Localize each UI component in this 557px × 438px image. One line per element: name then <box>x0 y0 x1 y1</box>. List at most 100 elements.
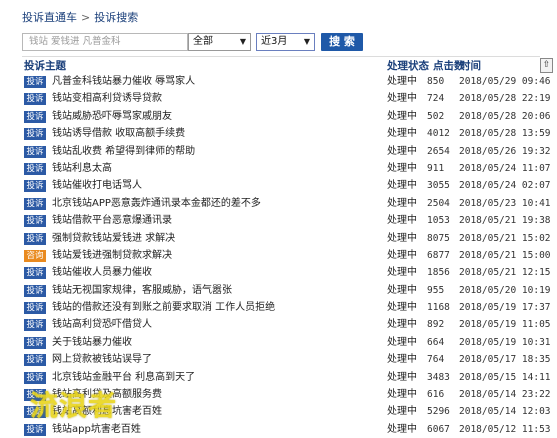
timestamp: 2018/05/24 11:07 <box>459 162 551 174</box>
timestamp: 2018/05/28 20:06 <box>459 110 551 122</box>
category-select[interactable]: 全部 ▼ <box>188 33 251 51</box>
type-badge: 投诉 <box>24 336 46 349</box>
type-badge: 咨询 <box>24 249 46 262</box>
column-header-topic: 投诉主题 <box>24 60 66 72</box>
type-badge: 投诉 <box>24 371 46 384</box>
list-item[interactable]: 投诉 关于钱站暴力催收 处理中 664 2018/05/19 10:31 <box>24 334 551 351</box>
list-item[interactable]: 投诉 钱站变相高利贷诱导贷款 处理中 724 2018/05/28 22:19 <box>24 90 551 107</box>
complaint-title-link[interactable]: 钱站无视国家规律，客服威胁，语气嚣张 <box>52 282 232 299</box>
type-badge: 投诉 <box>24 302 46 315</box>
type-badge: 投诉 <box>24 354 46 367</box>
status-text: 处理中 <box>387 76 417 87</box>
timestamp: 2018/05/19 11:05 <box>459 319 551 331</box>
type-badge: 投诉 <box>24 145 46 158</box>
complaint-title-link[interactable]: 钱站威胁恐吓辱骂家戚朋友 <box>52 108 172 125</box>
type-badge: 投诉 <box>24 76 46 88</box>
status-text: 处理中 <box>387 336 417 348</box>
type-badge: 投诉 <box>24 162 46 175</box>
list-item[interactable]: 投诉 钱站无视国家规律，客服威胁，语气嚣张 处理中 955 2018/05/20 10:… <box>24 282 551 299</box>
complaint-title-link[interactable]: 钱站催收人员暴力催收 <box>52 264 152 281</box>
list-item[interactable]: 投诉 钱站诱导借款 收取高额手续费 处理中 4012 2018/05/28 13:59 <box>24 125 551 142</box>
timestamp: 2018/05/23 10:41 <box>459 197 551 209</box>
complaint-title-link[interactable]: 钱站高利贷恐吓借贷人 <box>52 316 152 333</box>
time-range-select[interactable]: 近3月 ▼ <box>256 33 315 51</box>
timestamp: 2018/05/21 12:15 <box>459 267 551 279</box>
click-count: 911 <box>427 162 445 174</box>
list-item[interactable]: 投诉 钱站威胁恐吓辱骂家戚朋友 处理中 502 2018/05/28 20:06 <box>24 108 551 125</box>
list-item[interactable]: 投诉 钱站催收打电话骂人 处理中 3055 2018/05/24 02:07 <box>24 177 551 194</box>
complaint-title-link[interactable]: 钱站利息太高 <box>52 160 112 177</box>
list-item[interactable]: 投诉 钱站催收人员暴力催收 处理中 1856 2018/05/21 12:15 <box>24 264 551 281</box>
status-text: 处理中 <box>387 180 417 192</box>
click-count: 1053 <box>427 215 450 227</box>
status-text: 处理中 <box>387 249 417 261</box>
timestamp: 2018/05/20 10:19 <box>459 284 551 296</box>
complaint-title-link[interactable]: 北京钱站APP恶意轰炸通讯录本金都还的差不多 <box>52 195 261 212</box>
type-badge: 投诉 <box>24 267 46 280</box>
search-input[interactable]: 钱站 爱钱进 凡普金科 <box>22 33 188 51</box>
breadcrumb-current: 投诉搜索 <box>94 11 139 24</box>
timestamp: 2018/05/14 12:03 <box>459 406 551 418</box>
chevron-down-icon: ▼ <box>303 37 310 46</box>
status-text: 处理中 <box>387 371 417 383</box>
click-count: 955 <box>427 284 445 296</box>
type-badge: 投诉 <box>24 284 46 297</box>
complaint-title-link[interactable]: 钱站变相高利贷诱导贷款 <box>52 90 162 107</box>
breadcrumb-root-link[interactable]: 投诉直通车 <box>22 11 77 24</box>
list-item[interactable]: 投诉 钱站利息太高 处理中 911 2018/05/24 11:07 <box>24 160 551 177</box>
status-text: 处理中 <box>387 162 417 174</box>
complaint-title-link[interactable]: 钱站诱导借款 收取高额手续费 <box>52 125 185 142</box>
status-text: 处理中 <box>387 267 417 279</box>
list-item[interactable]: 投诉 钱站的借款还没有到账之前要求取消 工作人员拒绝 处理中 1168 2018/05/… <box>24 299 551 316</box>
click-count: 5296 <box>427 406 450 418</box>
timestamp: 2018/05/29 09:46 <box>459 76 551 87</box>
timestamp: 2018/05/14 23:22 <box>459 389 551 401</box>
timestamp: 2018/05/19 10:31 <box>459 336 551 348</box>
click-count: 616 <box>427 389 445 401</box>
list-item[interactable]: 投诉 钱站高利贷恐吓借贷人 处理中 892 2018/05/19 11:05 <box>24 316 551 333</box>
status-text: 处理中 <box>387 128 417 140</box>
list-item[interactable]: 投诉 钱站乱收费 希望得到律师的帮助 处理中 2654 2018/05/26 19:32 <box>24 143 551 160</box>
timestamp: 2018/05/24 02:07 <box>459 180 551 192</box>
complaint-title-link[interactable]: 钱站爱钱进强制贷款求解决 <box>52 247 172 264</box>
click-count: 1856 <box>427 267 450 279</box>
complaint-title-link[interactable]: 关于钱站暴力催收 <box>52 334 132 351</box>
list-item[interactable]: 投诉 凡普金科钱站暴力催收 辱骂家人 处理中 850 2018/05/29 09:46 <box>24 73 551 90</box>
complaint-title-link[interactable]: 强制贷款钱站爱钱进 求解决 <box>52 230 175 247</box>
status-text: 处理中 <box>387 197 417 209</box>
complaint-title-link[interactable]: 网上贷款被钱站误导了 <box>52 351 152 368</box>
status-text: 处理中 <box>387 110 417 122</box>
breadcrumb: 投诉直通车 > 投诉搜索 <box>22 9 138 25</box>
click-count: 764 <box>427 354 445 366</box>
status-text: 处理中 <box>387 354 417 366</box>
complaint-title-link[interactable]: 凡普金科钱站暴力催收 辱骂家人 <box>52 73 195 90</box>
type-badge: 投诉 <box>24 128 46 141</box>
column-header-status: 处理状态 <box>387 60 429 72</box>
type-badge: 投诉 <box>24 215 46 228</box>
complaint-title-link[interactable]: 钱站乱收费 希望得到律师的帮助 <box>52 143 195 160</box>
list-item[interactable]: 投诉 北京钱站APP恶意轰炸通讯录本金都还的差不多 处理中 2504 2018/05/2… <box>24 195 551 212</box>
click-count: 850 <box>427 76 445 87</box>
click-count: 2654 <box>427 145 450 157</box>
click-count: 6067 <box>427 423 450 435</box>
list-item[interactable]: 投诉 网上贷款被钱站误导了 处理中 764 2018/05/17 18:35 <box>24 351 551 368</box>
type-badge: 投诉 <box>24 197 46 210</box>
scroll-top-icon[interactable]: ⇧ <box>540 58 553 73</box>
status-text: 处理中 <box>387 389 417 401</box>
complaint-title-link[interactable]: 钱站催收打电话骂人 <box>52 177 142 194</box>
list-item[interactable]: 投诉 钱站借款平台恶意爆通讯录 处理中 1053 2018/05/21 19:38 <box>24 212 551 229</box>
timestamp: 2018/05/15 14:11 <box>459 371 551 383</box>
click-count: 3483 <box>427 371 450 383</box>
type-badge: 投诉 <box>24 319 46 332</box>
list-item[interactable]: 投诉 强制贷款钱站爱钱进 求解决 处理中 8075 2018/05/21 15:02 <box>24 230 551 247</box>
list-item[interactable]: 咨询 钱站爱钱进强制贷款求解决 处理中 6877 2018/05/21 15:00 <box>24 247 551 264</box>
search-button[interactable]: 搜 索 <box>321 33 363 51</box>
click-count: 2504 <box>427 197 450 209</box>
timestamp: 2018/05/28 22:19 <box>459 93 551 105</box>
timestamp: 2018/05/21 15:02 <box>459 232 551 244</box>
click-count: 6877 <box>427 249 450 261</box>
timestamp: 2018/05/17 18:35 <box>459 354 551 366</box>
click-count: 1168 <box>427 302 450 314</box>
complaint-title-link[interactable]: 钱站的借款还没有到账之前要求取消 工作人员拒绝 <box>52 299 275 316</box>
complaint-title-link[interactable]: 钱站借款平台恶意爆通讯录 <box>52 212 172 229</box>
